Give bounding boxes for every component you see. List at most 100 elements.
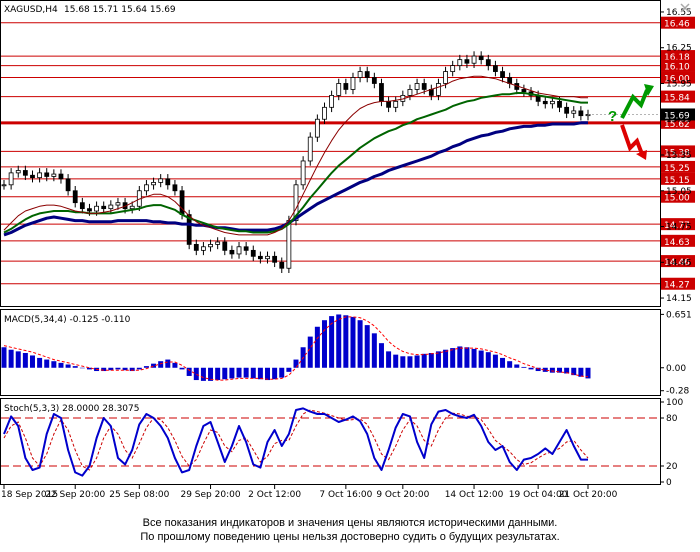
candle-body bbox=[215, 241, 221, 245]
macd-bar bbox=[336, 314, 342, 368]
candle-body bbox=[364, 71, 370, 78]
candle-body bbox=[578, 110, 584, 117]
time-tick-label: 29 Sep 20:00 bbox=[180, 490, 240, 500]
candle-body bbox=[222, 241, 228, 251]
candle-body bbox=[500, 71, 505, 78]
candle-body bbox=[236, 246, 242, 255]
macd-bar bbox=[250, 367, 256, 379]
candle-body bbox=[30, 174, 35, 179]
candle-body bbox=[386, 100, 391, 108]
candle-body bbox=[343, 83, 349, 90]
macd-bar bbox=[193, 367, 199, 381]
price-tick-label: 15.95 bbox=[666, 79, 692, 89]
macd-bar bbox=[279, 367, 285, 378]
macd-bar bbox=[229, 367, 235, 379]
candle-body bbox=[279, 261, 285, 269]
stoch-tick-label: 20 bbox=[666, 462, 678, 472]
candle-body bbox=[542, 100, 548, 105]
macd-bar bbox=[521, 366, 527, 368]
level-label: 15.25 bbox=[664, 164, 690, 174]
macd-bar bbox=[165, 359, 171, 368]
candle-body bbox=[379, 83, 384, 102]
macd-bar bbox=[37, 357, 43, 368]
macd-bar bbox=[321, 320, 327, 368]
level-label: 15.15 bbox=[664, 176, 690, 186]
candle-body bbox=[557, 100, 562, 108]
macd-tick-label: -0.28 bbox=[666, 387, 690, 397]
macd-bar bbox=[29, 355, 35, 368]
candle-body bbox=[421, 83, 427, 90]
candle-body bbox=[15, 170, 21, 174]
macd-bar bbox=[243, 367, 249, 378]
time-tick-label: 7 Oct 16:00 bbox=[319, 490, 372, 500]
macd-bar bbox=[528, 367, 534, 370]
macd-bar bbox=[136, 367, 142, 370]
price-tick-label: 14.15 bbox=[666, 294, 692, 304]
macd-bar bbox=[514, 364, 520, 368]
macd-bar bbox=[386, 351, 392, 368]
stoch-tick-label: 0 bbox=[666, 478, 672, 488]
candle-body bbox=[471, 55, 477, 64]
price-tick-label: 14.45 bbox=[666, 258, 692, 268]
macd-tick-label: 0.00 bbox=[666, 364, 686, 374]
macd-bar bbox=[44, 359, 50, 368]
candle-body bbox=[357, 71, 363, 78]
candle-body bbox=[250, 249, 256, 257]
candle-body bbox=[414, 83, 420, 90]
candle-body bbox=[1, 184, 7, 187]
macd-bar bbox=[257, 367, 263, 380]
macd-bar bbox=[115, 367, 121, 370]
candle-body bbox=[272, 255, 278, 263]
macd-bar bbox=[350, 316, 356, 368]
price-tick-label: 14.75 bbox=[666, 223, 692, 233]
candle-body bbox=[8, 172, 14, 186]
macd-bar bbox=[371, 333, 377, 368]
price-tick-label: 15.35 bbox=[666, 151, 692, 161]
candle-body bbox=[407, 89, 413, 96]
candle-body bbox=[51, 173, 57, 177]
question-mark: ? bbox=[608, 108, 617, 125]
level-label: 16.10 bbox=[664, 63, 690, 73]
macd-bar bbox=[400, 356, 406, 368]
macd-bar bbox=[72, 366, 78, 368]
level-label: 15.84 bbox=[664, 94, 690, 104]
macd-bar bbox=[222, 367, 228, 380]
macd-bar bbox=[79, 367, 85, 369]
macd-bar bbox=[471, 348, 477, 368]
candle-body bbox=[350, 77, 356, 90]
macd-bar bbox=[200, 367, 206, 381]
macd-bar bbox=[293, 359, 299, 368]
macd-bar bbox=[272, 367, 278, 380]
candle-body bbox=[485, 59, 491, 66]
macd-bar bbox=[343, 315, 349, 368]
stoch-tick-label: 80 bbox=[666, 414, 678, 424]
macd-bar bbox=[421, 353, 427, 368]
macd-bar bbox=[485, 352, 491, 368]
candle-body bbox=[65, 178, 71, 192]
macd-bar bbox=[450, 348, 456, 368]
time-tick-label: 14 Oct 12:00 bbox=[445, 490, 504, 500]
macd-bar bbox=[507, 361, 513, 368]
candle-body bbox=[22, 170, 28, 176]
macd-bar bbox=[265, 367, 271, 381]
candle-body bbox=[87, 208, 92, 212]
candle-body bbox=[307, 136, 313, 162]
macd-tick-label: 0.651 bbox=[666, 310, 692, 320]
macd-bar bbox=[492, 354, 498, 368]
candle-body bbox=[549, 100, 555, 105]
macd-bar bbox=[357, 320, 363, 368]
candle-body bbox=[201, 246, 206, 251]
candle-body bbox=[94, 205, 99, 212]
macd-bar bbox=[215, 367, 221, 381]
candle-body bbox=[72, 190, 78, 204]
candle-body bbox=[329, 95, 335, 108]
macd-bar bbox=[286, 367, 292, 372]
candle-body bbox=[286, 220, 292, 269]
candle-body bbox=[478, 55, 484, 61]
time-tick-label: 9 Oct 20:00 bbox=[376, 490, 429, 500]
candle-body bbox=[208, 243, 213, 248]
level-label: 14.63 bbox=[664, 238, 690, 248]
stoch-label: Stoch(5,3,3) 28.0000 28.3075 bbox=[4, 404, 139, 414]
macd-bar bbox=[443, 349, 449, 368]
price-tick-label: 16.55 bbox=[666, 8, 692, 18]
